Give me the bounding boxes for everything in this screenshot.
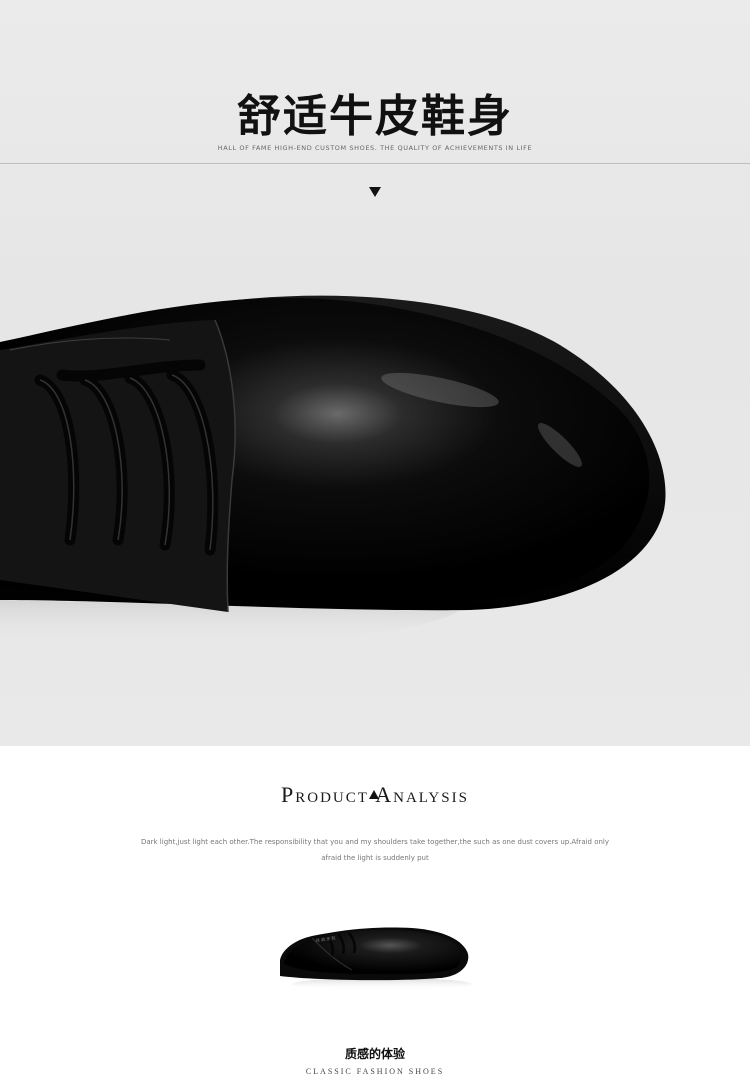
caption-chinese: 质感的体验 [344, 1047, 405, 1061]
hero-section: 舒适牛皮鞋身 HALL OF FAME HIGH-END CUSTOM SHOE… [0, 0, 750, 746]
down-arrow-icon [369, 187, 381, 197]
hero-subtitle: HALL OF FAME HIGH-END CUSTOM SHOES. THE … [217, 144, 533, 152]
hero-title: 舒适牛皮鞋身 [237, 91, 513, 142]
description-line-1: Dark light,just light each other.The res… [140, 838, 610, 846]
caption-english: CLASSIC FASHION SHOES [305, 1067, 445, 1076]
divider [0, 163, 750, 164]
product-analysis-description: Dark light,just light each other.The res… [120, 834, 630, 866]
shoe-closeup-image [0, 295, 666, 645]
up-arrow-icon [369, 790, 379, 799]
description-line-2: afraid the light is suddenly put [321, 854, 429, 862]
product-shoe-image: 经 典 黑 鞋 [280, 927, 472, 990]
